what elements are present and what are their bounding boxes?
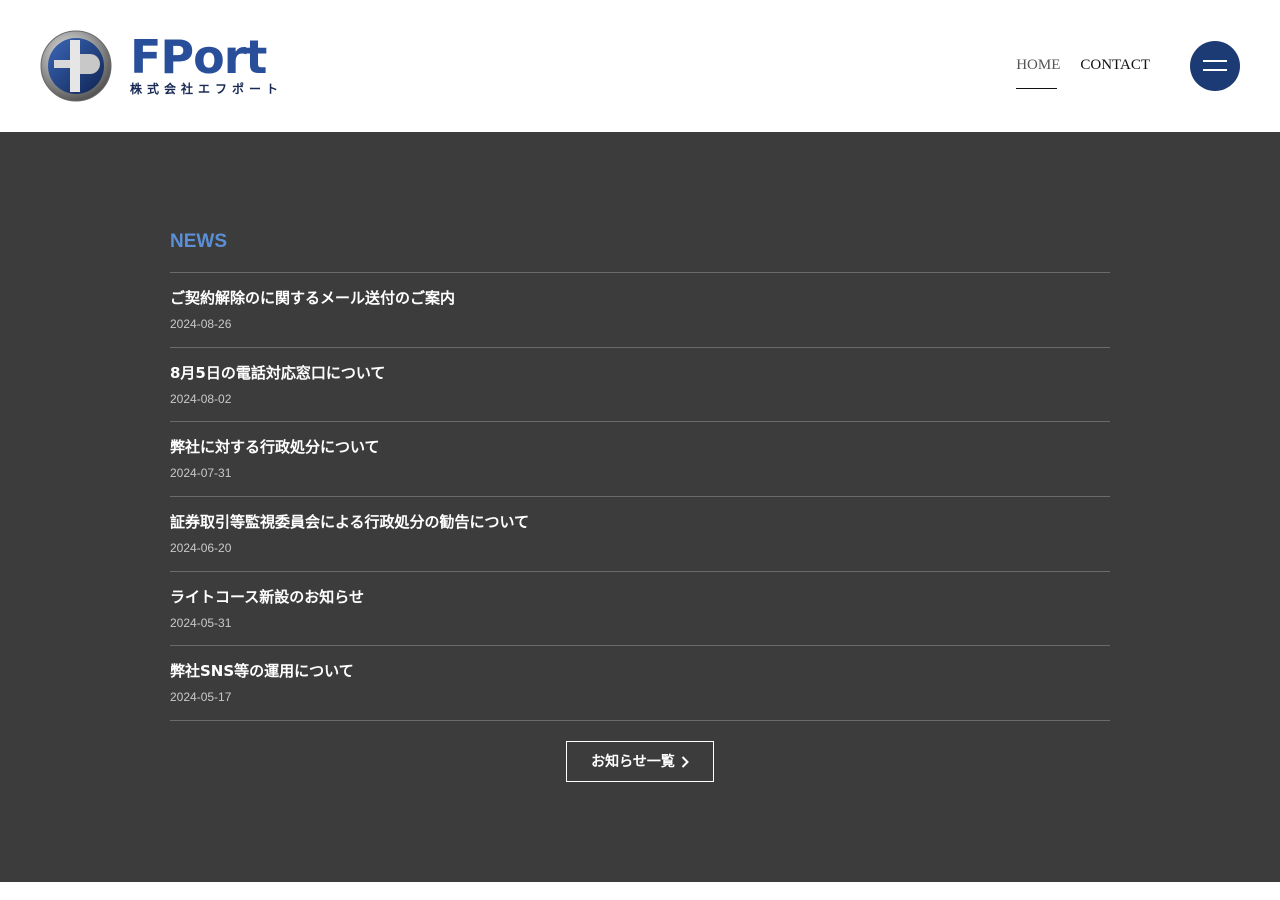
news-date: 2024-06-20 — [170, 541, 232, 556]
nav-home[interactable]: HOME — [1016, 56, 1060, 74]
more-button-label: お知らせ一覧 — [591, 753, 675, 770]
news-date: 2024-07-31 — [170, 466, 232, 481]
news-list-item[interactable]: 8月5日の電話対応窓口について 2024-08-02 — [170, 348, 1110, 423]
news-title[interactable]: ご契約解除のに関するメール送付のご案内 — [170, 288, 455, 308]
news-list: ご契約解除のに関するメール送付のご案内 2024-08-26 8月5日の電話対応… — [170, 272, 1110, 722]
menu-button[interactable] — [1190, 41, 1240, 91]
nav-contact[interactable]: CONTACT — [1080, 56, 1150, 74]
site-header: FPort 株式会社エフポート HOME CONTACT — [0, 0, 1280, 132]
chevron-right-icon — [681, 755, 689, 768]
site-logo[interactable]: FPort 株式会社エフポート — [40, 30, 300, 104]
news-list-item[interactable]: 弊社に対する行政処分について 2024-07-31 — [170, 422, 1110, 498]
news-date: 2024-05-31 — [170, 615, 232, 630]
news-list-item[interactable]: 弊社SNS等の運用について 2024-05-17 — [170, 646, 1110, 722]
news-list-item[interactable]: ライトコース新設のお知らせ 2024-05-31 — [170, 572, 1110, 647]
news-section: NEWS ご契約解除のに関するメール送付のご案内 2024-08-26 8月5日… — [0, 132, 1280, 882]
news-list-more-button[interactable]: お知らせ一覧 — [566, 741, 714, 782]
footer-band — [0, 882, 1280, 900]
news-list-item[interactable]: ご契約解除のに関するメール送付のご案内 2024-08-26 — [170, 273, 1110, 348]
news-title[interactable]: ライトコース新設のお知らせ — [170, 587, 364, 607]
news-date: 2024-05-17 — [170, 690, 232, 705]
news-title[interactable]: 証券取引等監視委員会による行政処分の勧告について — [170, 512, 529, 532]
hamburger-menu-icon-bar — [1203, 69, 1227, 71]
logo-wordmark: FPort — [130, 30, 267, 84]
fport-emblem-icon — [40, 30, 112, 102]
news-title[interactable]: 8月5日の電話対応窓口について — [170, 363, 385, 383]
news-title[interactable]: 弊社SNS等の運用について — [170, 661, 354, 681]
main-nav: HOME CONTACT — [1016, 56, 1150, 89]
news-list-item[interactable]: 証券取引等監視委員会による行政処分の勧告について 2024-06-20 — [170, 497, 1110, 572]
news-heading: NEWS — [170, 231, 227, 252]
nav-active-underline — [1016, 88, 1058, 89]
hamburger-menu-icon — [1203, 60, 1227, 62]
logo-company-name: 株式会社エフポート — [130, 82, 284, 96]
news-date: 2024-08-02 — [170, 391, 232, 406]
news-title[interactable]: 弊社に対する行政処分について — [170, 437, 380, 457]
news-date: 2024-08-26 — [170, 317, 232, 331]
